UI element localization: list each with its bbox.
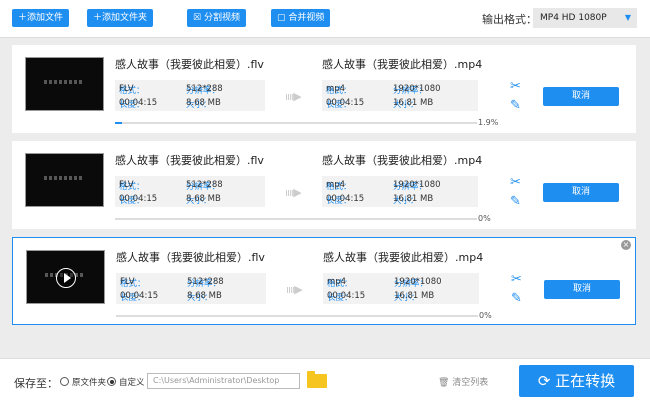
progress-text: 1.9% (478, 118, 499, 127)
merge-icon: ▢ (277, 13, 289, 23)
scissors-icon[interactable]: ✂ (511, 272, 522, 287)
cancel-button[interactable]: 取消 (543, 87, 619, 106)
cancel-button[interactable]: 取消 (543, 183, 619, 202)
edit-icon[interactable]: ✎ (511, 291, 522, 306)
merge-video-button[interactable]: ▢ 合并视频 (271, 9, 331, 27)
dropdown-arrow-icon: ▼ (624, 13, 631, 22)
progress-bar (115, 218, 477, 220)
output-title: 感人故事（我要彼此相爱）.mp4 (322, 154, 483, 167)
video-thumbnail[interactable] (25, 57, 104, 111)
scissors-icon[interactable]: ✂ (510, 175, 521, 190)
plus-icon: ＋ (93, 13, 103, 23)
save-to-label: 保存至： (14, 377, 58, 390)
source-folder-radio[interactable] (60, 377, 69, 386)
arrow-right-icon: ıııı▶ (285, 186, 302, 199)
edit-icon[interactable]: ✎ (510, 194, 521, 209)
save-path-input[interactable]: C:\Users\Administrator\Desktop (147, 373, 300, 389)
add-file-button[interactable]: ＋添加文件 (12, 9, 70, 27)
task-card[interactable]: 感人故事（我要彼此相爱）.flv 格式： FLV 分辨率： 512*288 长度： 0… (12, 141, 636, 229)
refresh-icon: ⟳ (537, 372, 556, 390)
source-folder-label: 原文件夹 (72, 378, 107, 388)
src-info: 格式： FLV 分辨率： 512*288 长度： 00:04:15 大小： 8.68 M… (116, 273, 266, 304)
progress-bar (115, 122, 477, 124)
progress-bar (116, 315, 478, 317)
toolbar: ＋添加文件 ＋添加文件夹 ☒ 分割视频 ▢ 合并视频 输出格式： MP4 HD … (0, 0, 650, 38)
custom-folder-radio[interactable] (107, 377, 116, 386)
bottom-bar: 保存至： 原文件夹 自定义 C:\Users\Administrator\Des… (0, 358, 650, 400)
split-video-button[interactable]: ☒ 分割视频 (187, 9, 246, 27)
source-title: 感人故事（我要彼此相爱）.flv (115, 154, 264, 167)
video-thumbnail[interactable] (25, 153, 104, 207)
output-format-label: 输出格式： (482, 13, 537, 26)
dst-info: 格式： mp4 分辨率： 1920*1080 长度： 00:04:15 大小： 16.8… (323, 273, 479, 304)
plus-icon: ＋ (18, 13, 28, 23)
task-card[interactable]: 感人故事（我要彼此相爱）.flv 格式： FLV 分辨率： 512*288 长度： 0… (12, 45, 636, 133)
clear-list-button[interactable]: 🗑 清空列表 (438, 375, 488, 388)
source-title: 感人故事（我要彼此相爱）.flv (115, 58, 264, 71)
scissors-icon[interactable]: ✂ (510, 79, 521, 94)
src-info: 格式： FLV 分辨率： 512*288 长度： 00:04:15 大小： 8.68 M… (115, 176, 265, 207)
cancel-button[interactable]: 取消 (544, 280, 620, 299)
split-icon: ☒ (193, 13, 204, 23)
output-format-select[interactable]: MP4 HD 1080P ▼ (533, 8, 637, 28)
dst-info: 格式： mp4 分辨率： 1920*1080 长度： 00:04:15 大小： 16.8… (322, 80, 478, 111)
output-title: 感人故事（我要彼此相爱）.mp4 (322, 58, 483, 71)
task-card[interactable]: 感人故事（我要彼此相爱）.flv 格式： FLV 分辨率： 512*288 长度： 0… (12, 237, 636, 325)
dst-info: 格式： mp4 分辨率： 1920*1080 长度： 00:04:15 大小： 16.8… (322, 176, 478, 207)
custom-folder-label: 自定义 (119, 378, 145, 388)
video-thumbnail[interactable] (26, 250, 105, 304)
trash-icon: 🗑 (438, 378, 453, 388)
play-icon[interactable] (56, 268, 76, 288)
source-title: 感人故事（我要彼此相爱）.flv (116, 251, 265, 264)
progress-text: 0% (479, 311, 492, 320)
progress-text: 0% (478, 214, 491, 223)
edit-icon[interactable]: ✎ (510, 98, 521, 113)
converting-button[interactable]: ⟳ 正在转换 (519, 365, 634, 397)
arrow-right-icon: ıııı▶ (285, 90, 302, 103)
folder-icon[interactable] (307, 371, 327, 388)
output-title: 感人故事（我要彼此相爱）.mp4 (323, 251, 484, 264)
add-folder-button[interactable]: ＋添加文件夹 (87, 9, 154, 27)
close-icon[interactable]: × (621, 240, 631, 250)
src-info: 格式： FLV 分辨率： 512*288 长度： 00:04:15 大小： 8.68 M… (115, 80, 265, 111)
arrow-right-icon: ıııı▶ (286, 283, 303, 296)
